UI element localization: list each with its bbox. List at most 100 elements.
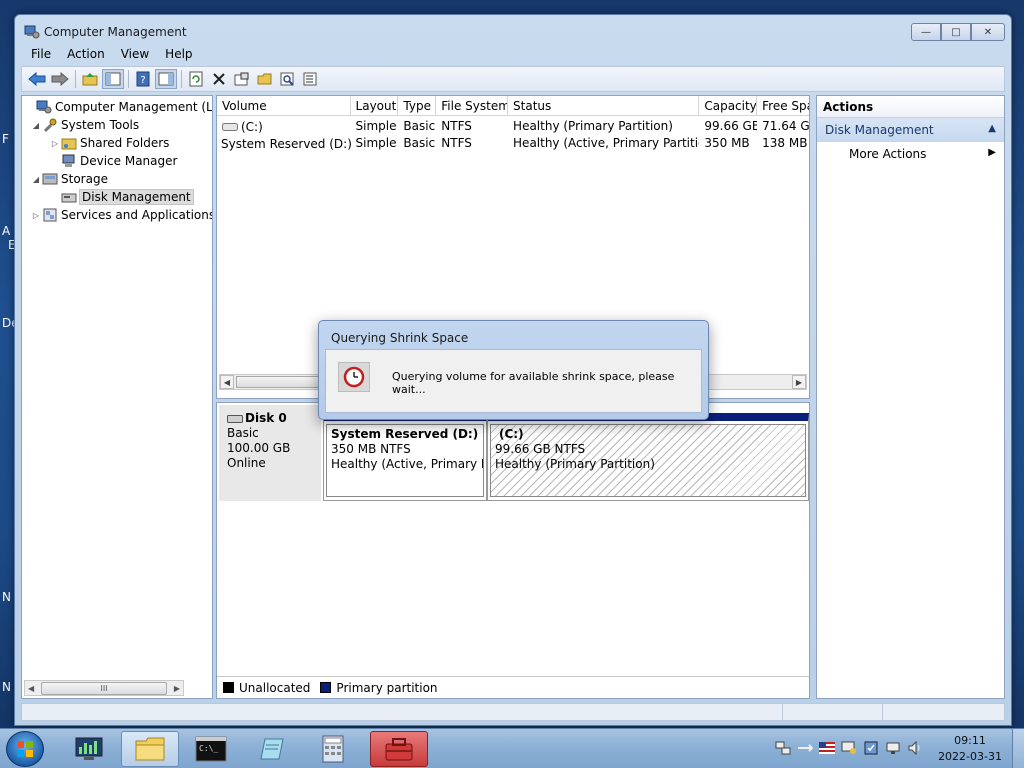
taskbar: C:\_ 09:11 2022-03-31 [0,728,1024,768]
tree-item-label: Shared Folders [80,136,170,150]
cell-volume: (C:) [241,119,263,134]
display-icon[interactable] [884,739,902,757]
close-button[interactable]: ✕ [971,23,1005,41]
menu-action[interactable]: Action [59,45,113,65]
column-type[interactable]: Type [398,96,437,116]
legend: Unallocated Primary partition [217,676,809,698]
help-icon[interactable]: ? [132,69,154,89]
disk-size: 100.00 GB [227,441,291,455]
collapse-up-icon[interactable]: ▲ [988,123,996,137]
volume-icon[interactable] [906,739,924,757]
desktop-icon-label: A [2,224,11,238]
column-layout[interactable]: Layout [351,96,399,116]
tree-item-root[interactable]: Computer Management (Local [24,98,212,116]
taskbar-command-prompt[interactable]: C:\_ [182,731,240,767]
cell-status: Healthy (Primary Partition) [513,119,673,133]
language-flag-icon[interactable] [818,739,836,757]
column-capacity[interactable]: Capacity [699,96,758,116]
clock[interactable]: 09:11 2022-03-31 [938,733,1002,765]
column-volume[interactable]: Volume [217,96,351,116]
tree-item-label: Device Manager [80,154,178,168]
minimize-button[interactable]: — [911,23,941,41]
table-row[interactable]: (C:) Simple Basic NTFS Healthy (Primary … [217,118,809,135]
tree-item-shared-folders[interactable]: ▷ Shared Folders [49,134,169,152]
expand-arrow-icon[interactable]: ◢ [30,121,42,130]
show-desktop-button[interactable] [1012,729,1024,768]
legend-unallocated: Unallocated [239,680,311,695]
scroll-left-icon[interactable]: ◀ [220,375,234,389]
tree-horizontal-scrollbar[interactable]: ◀ III ▶ [24,680,184,696]
toolbar: ? [21,66,1005,92]
taskbar-notepad[interactable] [243,731,301,767]
tree-item-label: System Tools [61,118,140,132]
partition-status: Healthy (Active, Primary Par [331,457,484,471]
title-bar[interactable]: Computer Management — □ ✕ [15,15,1011,49]
export-list-icon[interactable] [300,69,322,89]
disk-name: Disk 0 [245,411,287,425]
back-arrow-icon[interactable] [26,69,48,89]
open-icon[interactable] [254,69,276,89]
show-hide-tree-icon[interactable] [102,69,124,89]
menu-view[interactable]: View [113,45,157,65]
scroll-thumb[interactable] [236,376,326,388]
search-icon[interactable] [277,69,299,89]
taskbar-explorer[interactable] [121,731,179,767]
actions-section-disk-management[interactable]: Disk Management ▲ [817,118,1004,142]
clock-date: 2022-03-31 [938,750,1002,763]
column-file-system[interactable]: File System [436,96,509,116]
partition-size: 350 MB NTFS [331,442,411,456]
usb-icon[interactable] [796,739,814,757]
computer-management-icon [24,25,40,39]
start-button[interactable] [6,731,44,767]
expand-arrow-icon[interactable]: ◢ [30,175,42,184]
legend-swatch-primary [320,682,332,693]
clock-icon [338,362,370,392]
cell-status: Healthy (Active, Primary Partition) [513,136,700,150]
tree-item-system-tools[interactable]: ◢ System Tools [30,116,139,134]
services-applications-icon [43,208,57,222]
performance-monitor-icon [75,737,103,760]
taskbar-performance-monitor[interactable] [60,731,118,767]
scroll-left-icon[interactable]: ◀ [25,684,34,693]
disk-info-panel[interactable]: Disk 0 Basic 100.00 GB Online [219,405,321,501]
tree-item-services[interactable]: ▷ Services and Applications [30,206,212,224]
maximize-button[interactable]: □ [941,23,971,41]
action-center-icon[interactable] [840,739,858,757]
delete-icon[interactable] [208,69,230,89]
actions-pane: Actions Disk Management ▲ More Actions ▶ [816,95,1005,699]
desktop-icon-label: N [2,680,11,694]
menu-help[interactable]: Help [157,45,200,65]
forward-arrow-icon[interactable] [49,69,71,89]
tree-item-disk-management[interactable]: Disk Management [49,188,194,206]
disk-graphical-view: Disk 0 Basic 100.00 GB Online System Res… [216,402,810,699]
security-icon[interactable] [862,739,880,757]
network-icon[interactable] [774,739,792,757]
svg-text:C:\_: C:\_ [199,744,218,753]
partition-name: System Reserved (D:) [331,427,479,441]
column-status[interactable]: Status [508,96,700,116]
tree-item-device-manager[interactable]: Device Manager [49,152,177,170]
notepad-icon [260,738,284,760]
more-actions-item[interactable]: More Actions ▶ [817,142,1004,166]
up-folder-icon[interactable] [79,69,101,89]
collapse-arrow-icon[interactable]: ▷ [49,139,61,148]
column-free-space[interactable]: Free Spac [757,96,809,116]
scroll-thumb[interactable]: III [41,682,167,695]
taskbar-calculator[interactable] [304,731,362,767]
refresh-icon[interactable] [185,69,207,89]
calculator-icon [322,735,344,763]
properties-icon[interactable] [231,69,253,89]
storage-icon [42,173,58,185]
tree-item-storage[interactable]: ◢ Storage [30,170,108,188]
cell-free-space: 138 MB [762,136,808,150]
collapse-arrow-icon[interactable]: ▷ [30,211,42,220]
scroll-right-icon[interactable]: ▶ [792,375,806,389]
table-row[interactable]: System Reserved (D:) Simple Basic NTFS H… [217,135,809,152]
partition-c-drive[interactable]: (C:) 99.66 GB NTFS Healthy (Primary Part… [487,413,809,501]
properties-pane-icon[interactable] [155,69,177,89]
desktop-icon-label: F [2,132,9,146]
taskbar-computer-management[interactable] [370,731,428,767]
menu-file[interactable]: File [23,45,59,65]
partition-system-reserved[interactable]: System Reserved (D:) 350 MB NTFS Healthy… [323,413,487,501]
scroll-right-icon[interactable]: ▶ [174,684,183,693]
